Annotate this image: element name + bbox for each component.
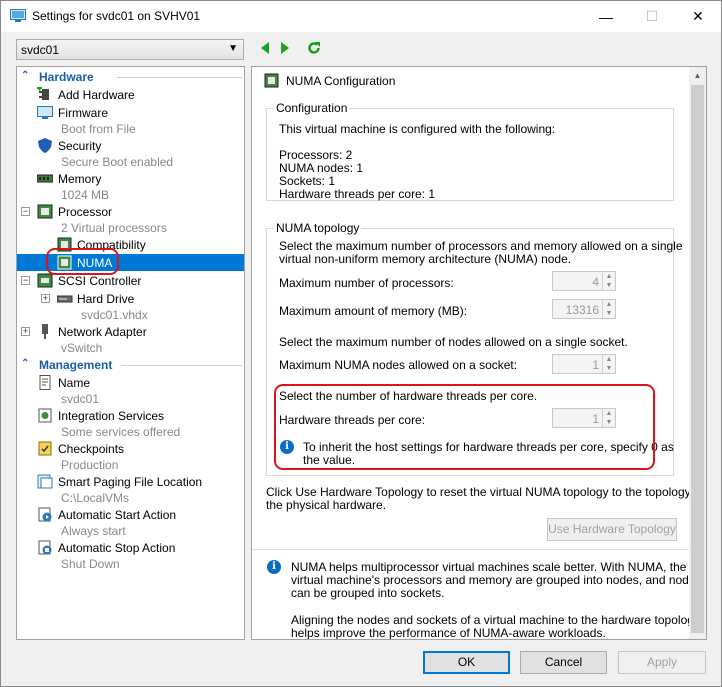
processor-icon [37,204,53,219]
tree-item-name[interactable]: Name [17,374,244,391]
info-icon: i [267,560,281,574]
expand-toggle-icon[interactable]: + [21,327,30,336]
panel-title: NUMA Configuration [286,74,396,88]
threads-highlight-box [274,384,655,470]
config-intro: This virtual machine is configured with … [279,122,556,136]
back-arrow-icon[interactable] [257,39,273,57]
tree-item-processor[interactable]: − Processor [17,203,244,220]
tree-item-scsi-controller[interactable]: − SCSI Controller [17,272,244,289]
ok-button[interactable]: OK [423,651,510,674]
reset-description-line2: the physical hardware. [266,498,387,512]
tree-item-add-hardware[interactable]: Add Hardware [17,85,244,103]
tree-item-processor-sub: 2 Virtual processors [61,221,167,235]
collapse-double-chevron-icon: ⌃ [21,358,30,369]
tree-item-firmware-sub: Boot from File [61,122,136,136]
tree-item-checkpoints[interactable]: Checkpoints [17,440,244,457]
collapse-double-chevron-icon: ⌃ [21,70,30,81]
scroll-up-icon[interactable]: ▲ [689,67,706,84]
max-processors-label: Maximum number of processors: [279,276,454,290]
config-threads: Hardware threads per core: 1 [279,187,436,201]
firmware-icon [37,105,53,120]
cancel-button[interactable]: Cancel [520,651,607,674]
tree-item-smart-paging-sub: C:\LocalVMs [61,491,130,505]
expand-toggle-icon[interactable]: + [41,294,50,303]
tree-item-memory[interactable]: Memory [17,170,244,187]
tree-item-network-adapter[interactable]: + Network Adapter [17,323,244,340]
spinner-arrows-icon[interactable]: ▲ ▼ [602,272,615,290]
tree-item-automatic-start-action-sub: Always start [61,524,126,538]
vertical-scrollbar[interactable]: ▲ [689,67,706,639]
collapse-toggle-icon[interactable]: − [21,207,30,216]
start-action-icon [37,507,53,522]
tree-item-network-adapter-sub: vSwitch [61,341,103,355]
max-nodes-value: 1 [592,358,599,372]
apply-button[interactable]: Apply [618,651,706,674]
tree-item-memory-sub: 1024 MB [61,188,110,202]
minimize-button[interactable]: — [583,1,629,32]
tree-item-name-sub: svdc01 [61,392,100,406]
network-adapter-icon [37,324,53,339]
scsi-controller-icon [37,273,53,288]
topology-description-line2: virtual non-uniform memory architecture … [279,252,572,266]
numa-settings-panel: NUMA Configuration Configuration This vi… [251,66,707,640]
max-processors-stepper[interactable]: 4 ▲ ▼ [552,271,616,291]
tree-item-hard-drive-sub: svdc01.vhdx [81,308,148,322]
management-section-header[interactable]: ⌃ Management [17,357,244,373]
smart-paging-icon [37,474,53,489]
tree-item-integration-services[interactable]: Integration Services [17,407,244,424]
max-memory-value: 13316 [565,303,599,317]
integration-services-icon [37,408,53,423]
checkpoints-icon [37,441,53,456]
tree-item-security[interactable]: Security [17,137,244,154]
shield-icon [37,138,53,153]
numa-topology-group-title: NUMA topology [274,221,362,235]
maximize-button[interactable]: ☐ [629,1,675,32]
max-memory-stepper[interactable]: 13316 ▲ ▼ [552,299,616,319]
info-line3: can be grouped into sockets. [291,586,445,600]
window-title: Settings for svdc01 on SVHV01 [32,9,201,23]
use-hardware-topology-button[interactable]: Use Hardware Topology [547,518,677,541]
scrollbar-thumb[interactable] [691,85,704,633]
tree-item-hard-drive[interactable]: + Hard Drive [17,290,244,307]
numa-icon [264,73,280,91]
max-memory-label: Maximum amount of memory (MB): [279,304,468,318]
hard-drive-icon [56,291,73,306]
forward-arrow-icon[interactable] [277,39,293,57]
tree-item-checkpoints-sub: Production [61,458,119,472]
spinner-arrows-icon[interactable]: ▲ ▼ [602,355,615,373]
configuration-group-title: Configuration [274,101,350,115]
close-button[interactable]: ✕ [675,1,721,32]
settings-app-icon [10,9,26,23]
spinner-arrows-icon[interactable]: ▲ ▼ [602,300,615,318]
title-bar[interactable]: Settings for svdc01 on SVHV01 — ☐ ✕ [1,1,721,32]
collapse-toggle-icon[interactable]: − [21,276,30,285]
divider [252,549,689,550]
hardware-section-header[interactable]: ⌃ Hardware [17,69,244,85]
settings-tree: ⌃ Hardware Add Hardware Firmware Boot fr… [16,66,245,640]
vm-selector-value: svdc01 [21,43,60,57]
refresh-icon[interactable] [306,39,322,57]
info-line5: helps improve the performance of NUMA-aw… [291,626,606,640]
memory-icon [36,171,54,186]
max-nodes-label: Maximum NUMA nodes allowed on a socket: [279,358,518,372]
tree-item-firmware[interactable]: Firmware [17,104,244,121]
tree-item-security-sub: Secure Boot enabled [61,155,174,169]
tree-item-automatic-stop-action-sub: Shut Down [61,557,120,571]
max-nodes-stepper[interactable]: 1 ▲ ▼ [552,354,616,374]
name-tag-icon [37,375,53,390]
tree-item-automatic-stop-action[interactable]: Automatic Stop Action [17,539,244,556]
settings-window: Settings for svdc01 on SVHV01 — ☐ ✕ svdc… [0,0,722,687]
chevron-down-icon: ▼ [228,43,238,54]
vm-selector-dropdown[interactable]: svdc01 ▼ [16,39,244,60]
max-processors-value: 4 [592,275,599,289]
nodes-description: Select the maximum number of nodes allow… [279,335,628,349]
stop-action-icon [37,540,53,555]
tree-item-integration-services-sub: Some services offered [61,425,181,439]
tree-item-smart-paging[interactable]: Smart Paging File Location [17,473,244,490]
numa-highlight-box [46,248,119,275]
tree-item-automatic-start-action[interactable]: Automatic Start Action [17,506,244,523]
add-hardware-icon [37,85,53,102]
